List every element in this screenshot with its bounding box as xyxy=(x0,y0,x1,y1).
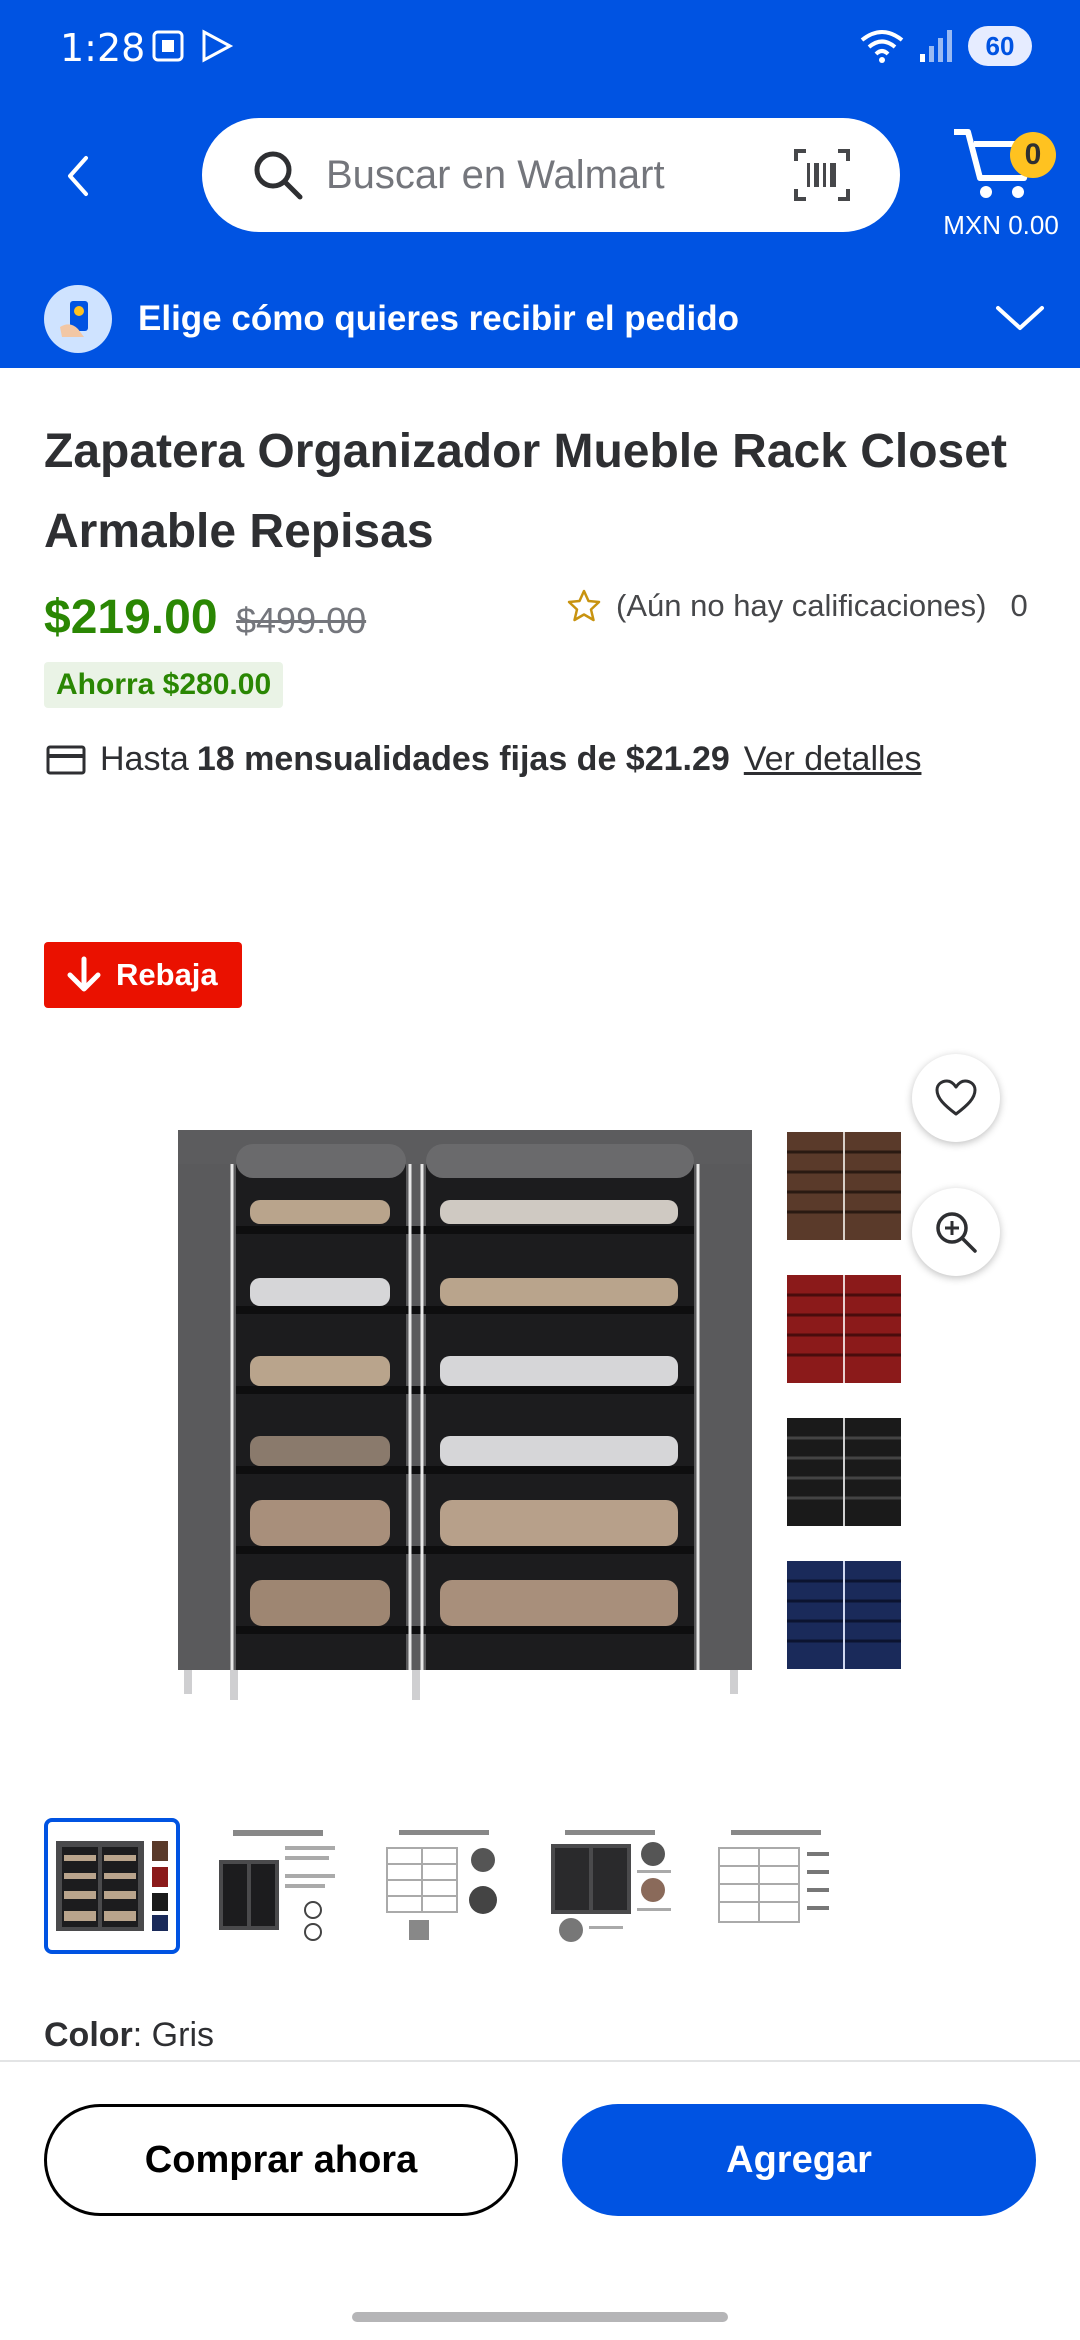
rating-summary[interactable]: (Aún no hay calificaciones) 0 xyxy=(566,588,1028,624)
cart-total: MXN 0.00 xyxy=(943,210,1059,240)
color-value: : Gris xyxy=(132,2016,214,2054)
heart-icon xyxy=(935,1079,977,1116)
color-selection: Color: Gris xyxy=(44,2016,214,2055)
thumbnail-5[interactable] xyxy=(708,1818,844,1954)
rating-count: 0 xyxy=(1010,588,1028,623)
thumbnail-1[interactable] xyxy=(44,1818,180,1954)
chevron-down-icon xyxy=(996,306,1044,330)
cart-count-badge: 0 xyxy=(1010,132,1056,178)
app-header: 1:28 60 Buscar en Walmart 0 MXN 0.00 Eli… xyxy=(0,0,1080,368)
zoom-button[interactable] xyxy=(912,1188,1000,1276)
product-main-image[interactable] xyxy=(170,1120,760,1720)
rating-text: (Aún no hay calificaciones) xyxy=(616,588,987,623)
gesture-nav-handle[interactable] xyxy=(352,2312,728,2322)
current-price: $219.00 xyxy=(44,591,218,644)
color-label: Color xyxy=(44,2016,133,2054)
installments-info: Hasta 18 mensualidades fijas de $21.29 V… xyxy=(46,740,921,779)
status-bar: 1:28 60 xyxy=(0,0,1080,100)
arrow-down-icon xyxy=(67,956,101,992)
variant-swatch-brown[interactable] xyxy=(785,1130,903,1242)
search-bar[interactable]: Buscar en Walmart xyxy=(202,118,900,232)
installments-terms: 18 mensualidades fijas de $21.29 xyxy=(196,740,730,778)
search-input[interactable]: Buscar en Walmart xyxy=(326,153,792,198)
battery-indicator: 60 xyxy=(968,26,1032,66)
add-to-cart-button[interactable]: Agregar xyxy=(562,2104,1036,2216)
variant-swatch-red[interactable] xyxy=(785,1273,903,1385)
status-time: 1:28 xyxy=(60,26,146,70)
signal-icon xyxy=(920,30,952,62)
variant-swatch-navy[interactable] xyxy=(785,1559,903,1671)
thumbnail-3[interactable] xyxy=(376,1818,512,1954)
was-price: $499.00 xyxy=(236,600,367,641)
chevron-left-icon xyxy=(68,156,88,196)
play-store-icon xyxy=(202,29,234,63)
product-title: Zapatera Organizador Mueble Rack Closet … xyxy=(44,425,1007,558)
thumbnail-strip xyxy=(44,1818,844,1954)
installments-prefix: Hasta xyxy=(100,740,189,778)
screenshot-icon xyxy=(152,30,184,62)
buy-now-button[interactable]: Comprar ahora xyxy=(44,2104,518,2216)
barcode-scanner-icon[interactable] xyxy=(792,147,852,203)
installments-details-link[interactable]: Ver detalles xyxy=(744,740,922,779)
savings-badge: Ahorra $280.00 xyxy=(44,662,284,708)
zoom-in-icon xyxy=(936,1212,977,1253)
search-icon xyxy=(254,151,303,200)
sale-badge: Rebaja xyxy=(44,942,242,1008)
status-icons-left xyxy=(150,28,234,64)
favorite-button[interactable] xyxy=(912,1054,1000,1142)
back-button[interactable] xyxy=(56,150,100,202)
color-variant-list xyxy=(785,1130,905,1702)
delivery-icon xyxy=(44,285,112,353)
thumbnail-4[interactable] xyxy=(542,1818,678,1954)
thumbnail-2[interactable] xyxy=(210,1818,346,1954)
delivery-selector[interactable]: Elige cómo quieres recibir el pedido xyxy=(0,270,1080,368)
wifi-icon xyxy=(860,30,904,63)
sale-badge-label: Rebaja xyxy=(116,957,218,992)
variant-swatch-black[interactable] xyxy=(785,1416,903,1528)
delivery-label: Elige cómo quieres recibir el pedido xyxy=(138,299,739,338)
star-icon xyxy=(567,589,601,622)
status-icons-right: 60 xyxy=(860,26,1032,66)
credit-card-icon xyxy=(46,745,86,774)
